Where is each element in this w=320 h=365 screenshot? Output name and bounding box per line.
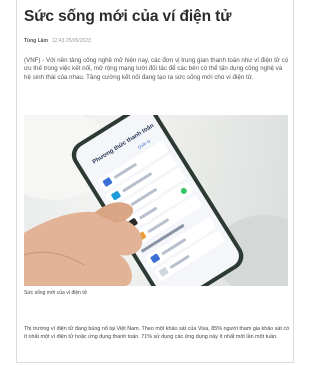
author-name[interactable]: Tùng Lâm (24, 38, 48, 44)
article-body-paragraph: Thị trường ví điện tử đang bùng nổ tại V… (24, 326, 290, 340)
article-photo[interactable]: Phương thức thanh toán Quản lý (24, 115, 288, 286)
publish-time: 12:43 25/05/2023 (51, 38, 91, 44)
article-title: Sức sống mới của ví điện tử (24, 8, 232, 25)
byline: Tùng Lâm 12:43 25/05/2023 (24, 38, 91, 44)
image-caption: Sức sống mới của ví điện tử (24, 290, 88, 296)
phone-in-hand-illustration: Phương thức thanh toán Quản lý (24, 115, 288, 286)
article-lead: (VNF) - Với nền tảng công nghệ mở hiện n… (24, 57, 289, 81)
article-page: Sức sống mới của ví điện tử Tùng Lâm 12:4… (0, 0, 308, 365)
hand (24, 211, 143, 286)
